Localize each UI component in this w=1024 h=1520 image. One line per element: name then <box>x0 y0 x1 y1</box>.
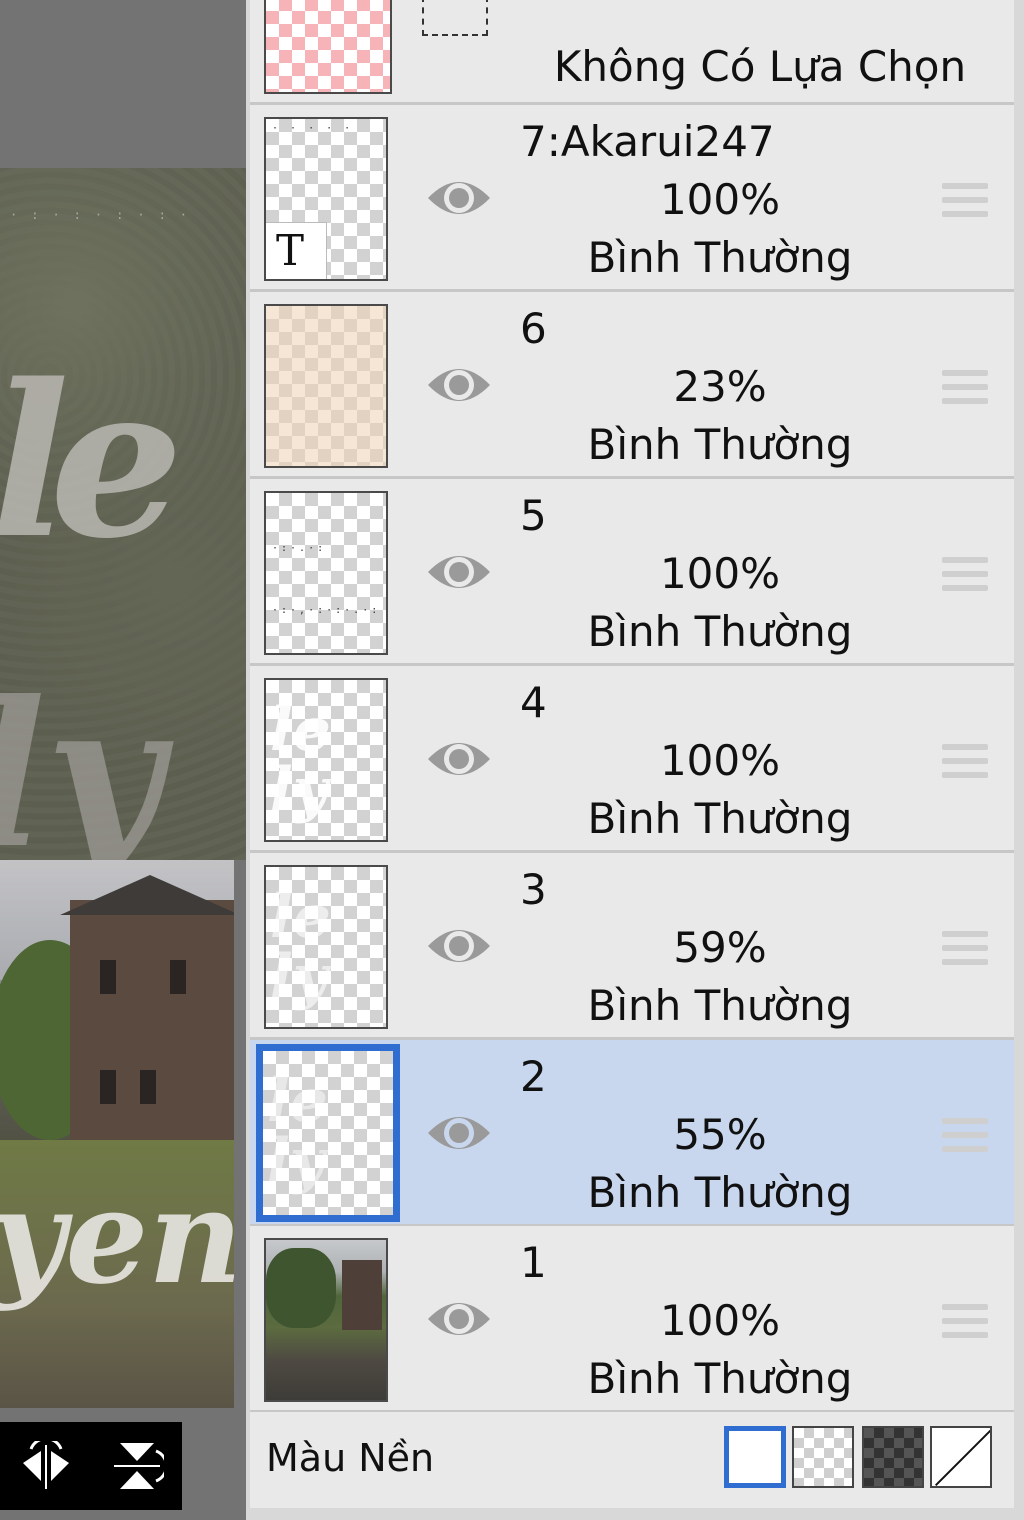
canvas-photo: yen <box>0 860 234 1408</box>
layer-name: 2 <box>520 1052 547 1101</box>
eye-icon[interactable] <box>426 544 492 600</box>
layer-opacity: 100% <box>659 175 781 224</box>
selection-thumbnail <box>264 0 392 94</box>
layer-blend-mode: Bình Thường <box>587 794 853 843</box>
layer-blend-mode: Bình Thường <box>587 1168 853 1217</box>
text-layer-icon: T <box>276 226 305 275</box>
drag-handle-icon[interactable] <box>942 370 988 410</box>
background-none-swatch[interactable] <box>930 1426 992 1488</box>
layer-name: 5 <box>520 491 547 540</box>
eye-icon[interactable] <box>426 1105 492 1161</box>
layer-row-6[interactable]: 6 23% Bình Thường <box>250 292 1014 479</box>
artwork-script-photo: yen <box>0 1160 234 1313</box>
canvas-toolbar <box>0 1422 182 1510</box>
layer-thumbnail: ·:·.·: ·:·,·:·:·.·: <box>264 491 388 655</box>
flip-horizontal-button[interactable] <box>16 1436 76 1496</box>
canvas-artwork: ·:·:·:·:· le ly <box>0 168 246 893</box>
layer-name: 4 <box>520 678 547 727</box>
layer-blend-mode: Bình Thường <box>587 233 853 282</box>
layer-opacity: 59% <box>673 923 767 972</box>
layer-thumbnail <box>264 1238 388 1402</box>
eye-icon[interactable] <box>426 357 492 413</box>
layer-name: 3 <box>520 865 547 914</box>
layer-opacity: 23% <box>673 362 767 411</box>
layer-name: 7:Akarui247 <box>520 117 775 166</box>
selection-layer-row[interactable]: Không Có Lựa Chọn <box>250 0 1014 105</box>
drag-handle-icon[interactable] <box>942 931 988 971</box>
flip-horizontal-icon <box>22 1441 69 1489</box>
drag-handle-icon[interactable] <box>942 1304 988 1344</box>
artwork-dots: ·:·:·:·:· <box>10 208 202 222</box>
flip-vertical-icon <box>113 1443 164 1489</box>
layer-thumbnail <box>264 304 388 468</box>
layer-opacity: 100% <box>659 549 781 598</box>
layer-row-1[interactable]: 1 100% Bình Thường <box>250 1226 1014 1413</box>
drag-handle-icon[interactable] <box>942 557 988 597</box>
artwork-script-top: le <box>0 338 183 585</box>
layer-blend-mode: Bình Thường <box>587 420 853 469</box>
background-white-swatch[interactable] <box>724 1426 786 1488</box>
layer-opacity: 55% <box>673 1110 767 1159</box>
layer-row-2[interactable]: le ly 2 55% Bình Thường <box>250 1040 1014 1227</box>
eye-icon[interactable] <box>426 918 492 974</box>
layer-row-5[interactable]: ·:·.·: ·:·,·:·:·.·: 5 100% Bình Thường <box>250 479 1014 666</box>
layer-row-4[interactable]: le ly 4 100% Bình Thường <box>250 666 1014 853</box>
layer-blend-mode: Bình Thường <box>587 607 853 656</box>
selection-marquee-icon <box>422 0 488 36</box>
layer-row-3[interactable]: le ly 3 59% Bình Thường <box>250 853 1014 1040</box>
no-selection-label: Không Có Lựa Chọn <box>553 42 967 91</box>
background-dark-checker-swatch[interactable] <box>862 1426 924 1488</box>
drag-handle-icon[interactable] <box>942 1118 988 1158</box>
background-color-row: Màu Nền <box>250 1412 1014 1508</box>
background-transparent-swatch[interactable] <box>792 1426 854 1488</box>
layer-opacity: 100% <box>659 736 781 785</box>
artwork-script-bottom: ly <box>0 658 163 893</box>
eye-icon[interactable] <box>426 170 492 226</box>
layer-thumbnail: le ly <box>256 1044 400 1222</box>
drag-handle-icon[interactable] <box>942 183 988 223</box>
drag-handle-icon[interactable] <box>942 744 988 784</box>
layer-row-7[interactable]: · · · · · T 7:Akarui247 100% Bình Thường <box>250 105 1014 292</box>
flip-vertical-button[interactable] <box>107 1436 167 1496</box>
layer-thumbnail: le ly <box>264 865 388 1029</box>
eye-icon[interactable] <box>426 1291 492 1347</box>
layer-name: 6 <box>520 304 547 353</box>
layer-name: 1 <box>520 1238 547 1287</box>
background-color-label: Màu Nền <box>266 1436 435 1480</box>
layer-opacity: 100% <box>659 1296 781 1345</box>
layer-blend-mode: Bình Thường <box>587 981 853 1030</box>
layer-blend-mode: Bình Thường <box>587 1354 853 1403</box>
canvas-area[interactable]: ·:·:·:·:· le ly yen <box>0 0 246 1520</box>
layer-thumbnail: · · · · · T <box>264 117 388 281</box>
layer-thumbnail: le ly <box>264 678 388 842</box>
layers-panel: Không Có Lựa Chọn · · · · · T 7:Akarui24… <box>246 0 1024 1520</box>
eye-icon[interactable] <box>426 731 492 787</box>
